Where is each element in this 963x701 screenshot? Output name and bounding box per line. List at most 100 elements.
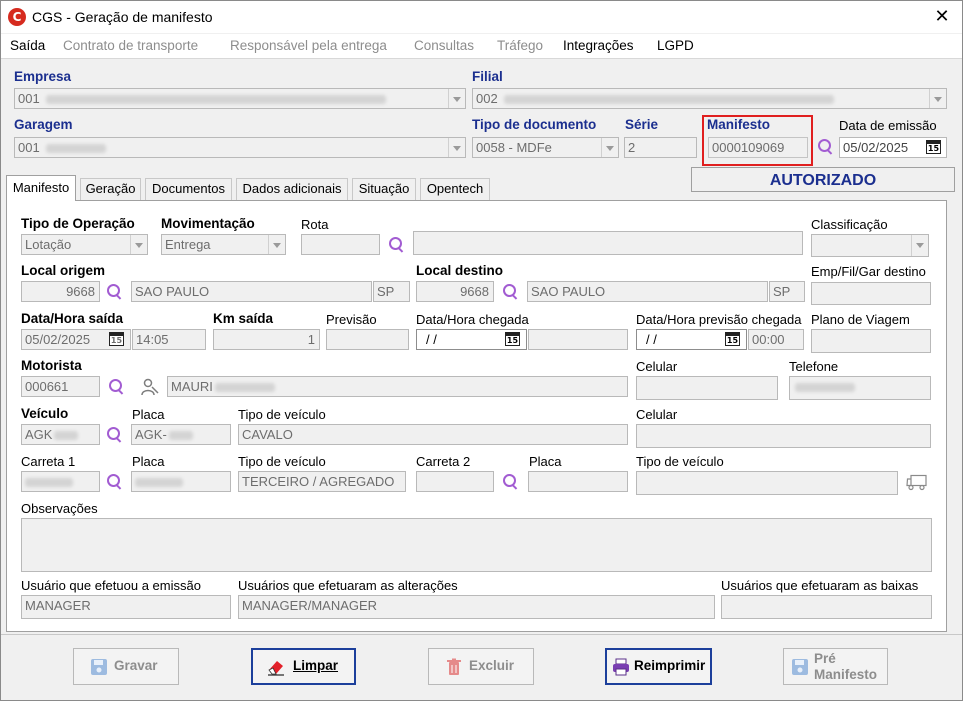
- menu-divider: [1, 58, 962, 59]
- observacoes-textarea[interactable]: [21, 518, 932, 572]
- menu-responsavel-entrega[interactable]: Responsável pela entrega: [230, 38, 387, 53]
- filial-select[interactable]: 002: [472, 88, 947, 109]
- search-icon[interactable]: [388, 236, 406, 254]
- chevron-down-icon[interactable]: [448, 89, 465, 108]
- chevron-down-icon[interactable]: [130, 235, 147, 254]
- empresa-select[interactable]: 001: [14, 88, 466, 109]
- classificacao-select[interactable]: [811, 234, 929, 257]
- menu-lgpd[interactable]: LGPD: [657, 38, 694, 53]
- tipo-documento-select[interactable]: 0058 - MDFe: [472, 137, 619, 158]
- emp-fil-gar-field[interactable]: [811, 282, 931, 305]
- serie-field[interactable]: 2: [624, 137, 697, 158]
- menu-trafego[interactable]: Tráfego: [497, 38, 543, 53]
- chevron-down-icon[interactable]: [911, 235, 928, 256]
- title-bar: C CGS - Geração de manifesto ✕: [1, 1, 962, 33]
- carreta2-field[interactable]: [416, 471, 494, 492]
- movimentacao-select[interactable]: Entrega: [161, 234, 286, 255]
- truck-icon[interactable]: [906, 474, 928, 491]
- chevron-down-icon[interactable]: [448, 138, 465, 157]
- tab-geracao[interactable]: Geração: [80, 178, 141, 200]
- usuario-emissao-field[interactable]: MANAGER: [21, 595, 231, 619]
- data-prev-chegada-label: Data/Hora previsão chegada: [636, 312, 802, 327]
- tipo-documento-label: Tipo de documento: [472, 117, 597, 132]
- gravar-button[interactable]: Gravar: [73, 648, 179, 685]
- local-destino-city-field[interactable]: SAO PAULO: [527, 281, 768, 302]
- tab-situacao[interactable]: Situação: [352, 178, 416, 200]
- driver-icon[interactable]: [140, 378, 160, 396]
- hora-prev-chegada-field[interactable]: 00:00: [748, 329, 804, 350]
- calendar-icon[interactable]: 15: [505, 332, 520, 346]
- rota-description-field[interactable]: [413, 231, 803, 255]
- placa2-field[interactable]: [131, 471, 231, 492]
- close-button[interactable]: ✕: [927, 3, 957, 31]
- local-origem-city-field[interactable]: SAO PAULO: [131, 281, 372, 302]
- data-prev-chegada-field[interactable]: / / 15: [636, 329, 747, 350]
- placa3-field[interactable]: [528, 471, 628, 492]
- celular-field[interactable]: [636, 376, 778, 400]
- limpar-button[interactable]: Limpar: [251, 648, 356, 685]
- tipo-veiculo3-field[interactable]: [636, 471, 898, 495]
- status-badge: AUTORIZADO: [691, 167, 955, 192]
- search-icon[interactable]: [502, 283, 520, 301]
- button-bar-divider: [1, 634, 962, 635]
- data-emissao-field[interactable]: 05/02/2025 15: [839, 137, 947, 158]
- local-destino-code-field[interactable]: 9668: [416, 281, 494, 302]
- manifesto-field[interactable]: 0000109069: [708, 137, 808, 158]
- menu-consultas[interactable]: Consultas: [414, 38, 474, 53]
- calendar-icon[interactable]: 15: [109, 332, 124, 346]
- search-icon[interactable]: [108, 378, 126, 396]
- celular2-field[interactable]: [636, 424, 931, 448]
- tab-dados-adicionais[interactable]: Dados adicionais: [236, 178, 348, 200]
- tipo-veiculo2-label: Tipo de veículo: [238, 454, 326, 469]
- rota-label: Rota: [301, 217, 329, 232]
- hora-chegada-field[interactable]: [528, 329, 628, 350]
- celular2-label: Celular: [636, 407, 678, 422]
- menu-contrato-transporte[interactable]: Contrato de transporte: [63, 38, 198, 53]
- pre-manifesto-button[interactable]: Pré Manifesto: [783, 648, 888, 685]
- calendar-icon[interactable]: 15: [725, 332, 740, 346]
- motorista-label: Motorista: [21, 358, 82, 373]
- tab-documentos[interactable]: Documentos: [145, 178, 232, 200]
- local-origem-code-field[interactable]: 9668: [21, 281, 100, 302]
- chevron-down-icon[interactable]: [268, 235, 285, 254]
- tipo-operacao-label: Tipo de Operação: [21, 216, 135, 231]
- hora-saida-field[interactable]: 14:05: [132, 329, 206, 350]
- data-saida-field[interactable]: 05/02/2025 15: [21, 329, 131, 350]
- veiculo-code-field[interactable]: AGK: [21, 424, 100, 445]
- tab-manifesto[interactable]: Manifesto: [6, 175, 76, 201]
- local-origem-label: Local origem: [21, 263, 106, 278]
- reimprimir-button[interactable]: Reimprimir: [605, 648, 712, 685]
- plano-viagem-field[interactable]: [811, 329, 931, 353]
- usuarios-alteracoes-field[interactable]: MANAGER/MANAGER: [238, 595, 715, 619]
- menu-integracoes[interactable]: Integrações: [563, 38, 634, 53]
- motorista-code-field[interactable]: 000661: [21, 376, 100, 397]
- tipo-veiculo2-field[interactable]: TERCEIRO / AGREGADO: [238, 471, 406, 492]
- calendar-icon[interactable]: 15: [926, 140, 941, 154]
- local-origem-uf-field[interactable]: SP: [373, 281, 410, 302]
- usuarios-baixas-field[interactable]: [721, 595, 932, 619]
- carreta1-field[interactable]: [21, 471, 100, 492]
- motorista-name-field[interactable]: MAURI: [167, 376, 628, 397]
- km-saida-field[interactable]: 1: [213, 329, 320, 350]
- search-icon[interactable]: [106, 473, 124, 491]
- chevron-down-icon[interactable]: [601, 138, 618, 157]
- tab-opentech[interactable]: Opentech: [420, 178, 490, 200]
- menu-saida[interactable]: Saída: [10, 38, 45, 53]
- garagem-select[interactable]: 001: [14, 137, 466, 158]
- local-destino-uf-field[interactable]: SP: [769, 281, 805, 302]
- tipo-operacao-select[interactable]: Lotação: [21, 234, 148, 255]
- placa-field[interactable]: AGK-: [131, 424, 231, 445]
- search-icon[interactable]: [817, 138, 835, 156]
- telefone-field[interactable]: [789, 376, 931, 400]
- search-icon[interactable]: [502, 473, 520, 491]
- data-chegada-field[interactable]: / / 15: [416, 329, 527, 350]
- excluir-button[interactable]: Excluir: [428, 648, 534, 685]
- serie-label: Série: [625, 117, 659, 132]
- previsao-field[interactable]: [326, 329, 409, 350]
- rota-code-field[interactable]: [301, 234, 380, 255]
- tipo-veiculo-field[interactable]: CAVALO: [238, 424, 628, 445]
- empresa-label: Empresa: [14, 69, 72, 84]
- search-icon[interactable]: [106, 426, 124, 444]
- chevron-down-icon[interactable]: [929, 89, 946, 108]
- search-icon[interactable]: [106, 283, 124, 301]
